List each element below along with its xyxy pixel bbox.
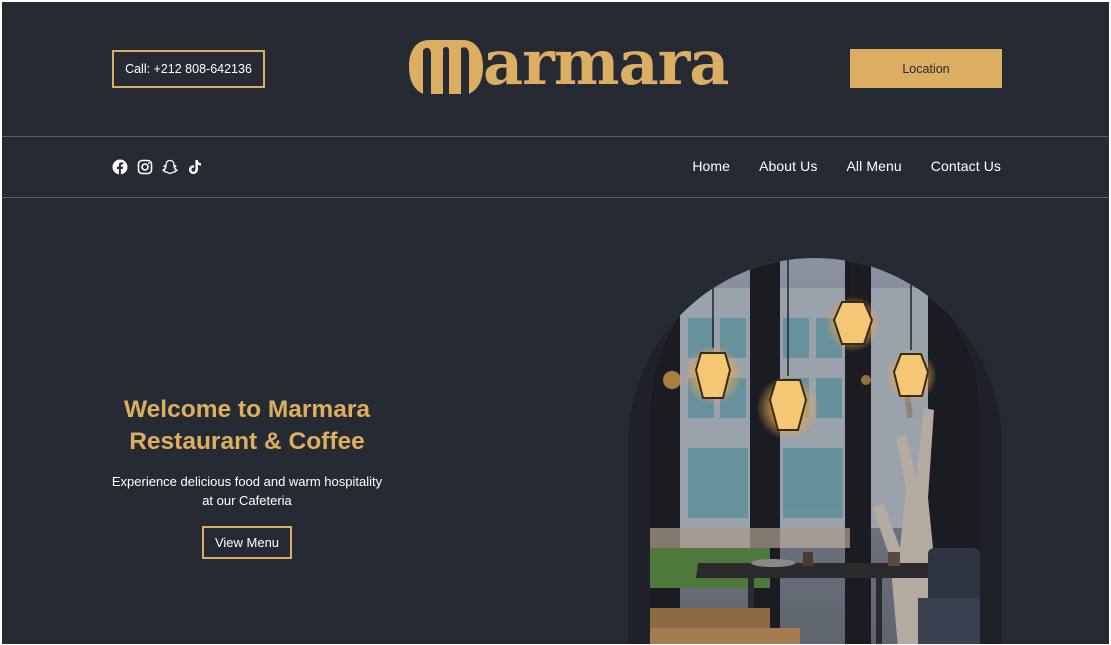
call-button[interactable]: Call: +212 808-642136 <box>112 50 265 88</box>
nav-contact-us[interactable]: Contact Us <box>931 158 1001 174</box>
nav-home[interactable]: Home <box>692 158 730 174</box>
hero-image <box>628 258 1002 644</box>
main-navigation: Home About Us All Menu Contact Us <box>692 158 1001 174</box>
tiktok-icon[interactable] <box>187 159 203 175</box>
nav-bar: Home About Us All Menu Contact Us <box>2 137 1109 198</box>
instagram-icon[interactable] <box>137 159 153 175</box>
hero-subtitle-line1: Experience delicious food and warm hospi… <box>111 474 383 489</box>
hero-title-line2: Restaurant & Coffee <box>129 428 365 455</box>
site-header: Call: +212 808-642136 armara Location <box>2 2 1109 137</box>
hero-title: Welcome to Marmara Restaurant & Coffee <box>102 394 392 458</box>
facebook-icon[interactable] <box>112 159 128 175</box>
logo-m-icon <box>409 40 483 94</box>
hero-subtitle: Experience delicious food and warm hospi… <box>102 472 392 510</box>
call-button-label: Call: +212 808-642136 <box>125 62 252 76</box>
hero-subtitle-line2: at our Cafeteria <box>202 493 292 508</box>
nav-all-menu[interactable]: All Menu <box>846 158 901 174</box>
logo-text: armara <box>483 26 729 99</box>
location-button-label: Location <box>902 61 950 76</box>
marmara-logo[interactable]: armara <box>407 26 729 102</box>
social-links <box>112 159 203 175</box>
hero-title-line1: Welcome to Marmara <box>124 396 370 423</box>
nav-about-us[interactable]: About Us <box>759 158 817 174</box>
hero-section: Welcome to Marmara Restaurant & Coffee E… <box>102 394 392 559</box>
location-button[interactable]: Location <box>850 49 1002 88</box>
view-menu-button[interactable]: View Menu <box>202 526 292 559</box>
view-menu-label: View Menu <box>214 535 280 550</box>
snapchat-icon[interactable] <box>162 159 178 175</box>
page: Call: +212 808-642136 armara Location Ho… <box>2 2 1109 644</box>
